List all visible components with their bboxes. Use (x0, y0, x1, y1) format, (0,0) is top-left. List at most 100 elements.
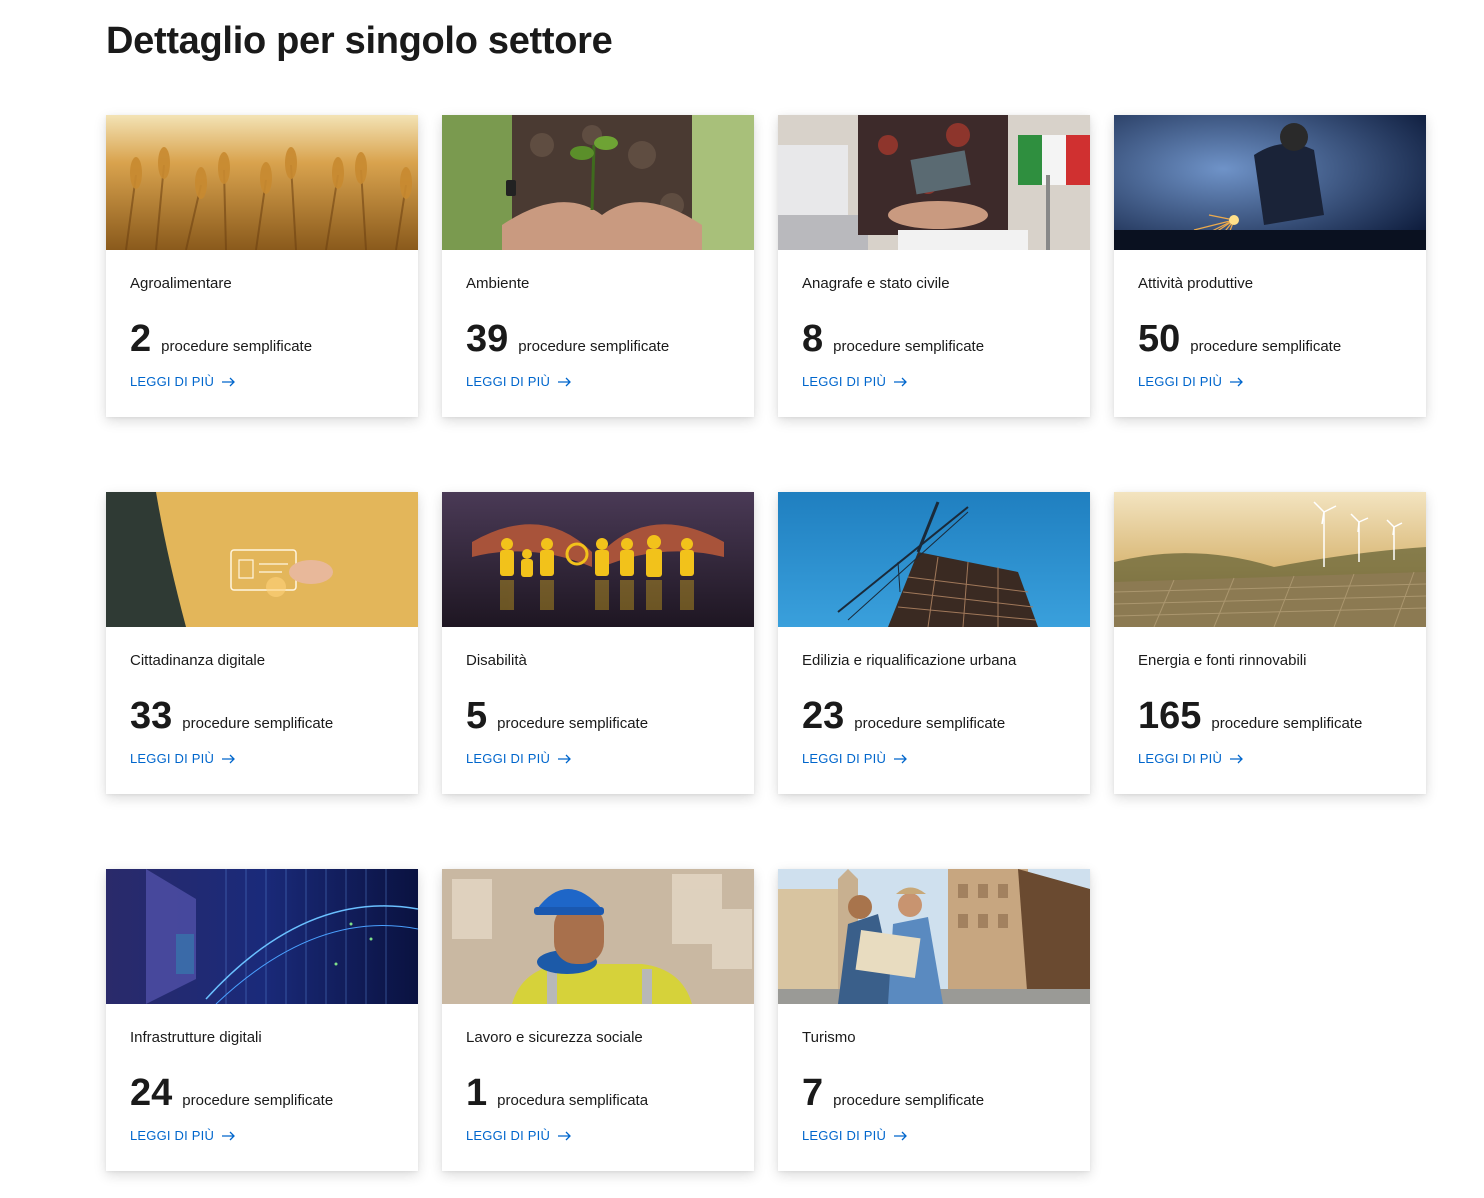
read-more-link[interactable]: LEGGI DI PIÙ (1138, 751, 1244, 766)
sector-card[interactable]: Anagrafe e stato civile 8 procedure semp… (778, 115, 1090, 417)
count-number: 165 (1138, 695, 1202, 737)
procedure-count: 8 procedure semplificate (802, 320, 984, 358)
read-more-label: LEGGI DI PIÙ (1138, 751, 1223, 766)
read-more-link[interactable]: LEGGI DI PIÙ (130, 374, 236, 389)
read-more-link[interactable]: LEGGI DI PIÙ (466, 751, 572, 766)
count-unit: procedure semplificate (497, 715, 649, 732)
procedure-count: 39 procedure semplificate (466, 320, 669, 358)
card-title: Edilizia e riqualificazione urbana (802, 652, 1017, 669)
welder-sparks-image (1114, 115, 1426, 250)
worker-hardhat-image (442, 869, 754, 1004)
sector-card[interactable]: Attività produttive 50 procedure semplif… (1114, 115, 1426, 417)
read-more-label: LEGGI DI PIÙ (802, 1128, 887, 1143)
read-more-label: LEGGI DI PIÙ (130, 374, 215, 389)
count-number: 1 (466, 1072, 488, 1114)
card-title: Agroalimentare (130, 275, 232, 292)
sector-card-grid: Agroalimentare 2 procedure semplificate … (106, 115, 1426, 1171)
page-title: Dettaglio per singolo settore (106, 20, 613, 62)
read-more-link[interactable]: LEGGI DI PIÙ (802, 1128, 908, 1143)
count-unit: procedura semplificata (497, 1092, 649, 1109)
count-number: 8 (802, 318, 824, 360)
seedling-hands-image (442, 115, 754, 250)
read-more-label: LEGGI DI PIÙ (466, 374, 551, 389)
procedure-count: 5 procedure semplificate (466, 697, 648, 735)
arrow-right-icon (894, 754, 907, 763)
procedure-count: 7 procedure semplificate (802, 1074, 984, 1112)
count-number: 39 (466, 318, 509, 360)
read-more-label: LEGGI DI PIÙ (1138, 374, 1223, 389)
count-number: 33 (130, 695, 173, 737)
crane-building-image (778, 492, 1090, 627)
arrow-right-icon (894, 377, 907, 386)
card-title: Turismo (802, 1029, 856, 1046)
read-more-link[interactable]: LEGGI DI PIÙ (802, 751, 908, 766)
read-more-label: LEGGI DI PIÙ (802, 374, 887, 389)
count-unit: procedure semplificate (518, 338, 670, 355)
count-unit: procedure semplificate (833, 338, 985, 355)
arrow-right-icon (1230, 754, 1243, 763)
arrow-right-icon (558, 377, 571, 386)
sector-card[interactable]: Lavoro e sicurezza sociale 1 procedura s… (442, 869, 754, 1171)
count-number: 24 (130, 1072, 173, 1114)
tourists-map-image (778, 869, 1090, 1004)
arrow-right-icon (894, 1131, 907, 1140)
count-unit: procedure semplificate (161, 338, 313, 355)
procedure-count: 1 procedura semplificata (466, 1074, 648, 1112)
read-more-label: LEGGI DI PIÙ (130, 1128, 215, 1143)
card-title: Cittadinanza digitale (130, 652, 266, 669)
card-title: Infrastrutture digitali (130, 1029, 262, 1046)
count-unit: procedure semplificate (182, 1092, 334, 1109)
procedure-count: 24 procedure semplificate (130, 1074, 333, 1112)
read-more-link[interactable]: LEGGI DI PIÙ (130, 751, 236, 766)
count-unit: procedure semplificate (833, 1092, 985, 1109)
passport-flag-image (778, 115, 1090, 250)
card-title: Ambiente (466, 275, 530, 292)
count-unit: procedure semplificate (182, 715, 334, 732)
read-more-label: LEGGI DI PIÙ (466, 751, 551, 766)
wind-solar-image (1114, 492, 1426, 627)
read-more-link[interactable]: LEGGI DI PIÙ (1138, 374, 1244, 389)
procedure-count: 50 procedure semplificate (1138, 320, 1341, 358)
read-more-link[interactable]: LEGGI DI PIÙ (466, 1128, 572, 1143)
card-title: Lavoro e sicurezza sociale (466, 1029, 643, 1046)
card-title: Attività produttive (1138, 275, 1254, 292)
sector-card[interactable]: Energia e fonti rinnovabili 165 procedur… (1114, 492, 1426, 794)
arrow-right-icon (222, 1131, 235, 1140)
sector-card[interactable]: Ambiente 39 procedure semplificate LEGGI… (442, 115, 754, 417)
sector-card[interactable]: Disabilità 5 procedure semplificate LEGG… (442, 492, 754, 794)
procedure-count: 165 procedure semplificate (1138, 697, 1362, 735)
sector-card[interactable]: Edilizia e riqualificazione urbana 23 pr… (778, 492, 1090, 794)
arrow-right-icon (1230, 377, 1243, 386)
sector-card[interactable]: Cittadinanza digitale 33 procedure sempl… (106, 492, 418, 794)
arrow-right-icon (222, 754, 235, 763)
count-unit: procedure semplificate (854, 715, 1006, 732)
count-unit: procedure semplificate (1190, 338, 1342, 355)
card-title: Anagrafe e stato civile (802, 275, 950, 292)
card-title: Disabilità (466, 652, 527, 669)
read-more-link[interactable]: LEGGI DI PIÙ (802, 374, 908, 389)
server-room-image (106, 869, 418, 1004)
read-more-label: LEGGI DI PIÙ (130, 751, 215, 766)
count-number: 7 (802, 1072, 824, 1114)
procedure-count: 23 procedure semplificate (802, 697, 1005, 735)
count-unit: procedure semplificate (1211, 715, 1363, 732)
arrow-right-icon (222, 377, 235, 386)
paper-figures-hands-image (442, 492, 754, 627)
count-number: 50 (1138, 318, 1181, 360)
read-more-link[interactable]: LEGGI DI PIÙ (466, 374, 572, 389)
card-title: Energia e fonti rinnovabili (1138, 652, 1307, 669)
count-number: 2 (130, 318, 152, 360)
procedure-count: 33 procedure semplificate (130, 697, 333, 735)
read-more-link[interactable]: LEGGI DI PIÙ (130, 1128, 236, 1143)
arrow-right-icon (558, 1131, 571, 1140)
count-number: 5 (466, 695, 488, 737)
arrow-right-icon (558, 754, 571, 763)
digital-id-card-image (106, 492, 418, 627)
wheat-field-image (106, 115, 418, 250)
sector-card[interactable]: Agroalimentare 2 procedure semplificate … (106, 115, 418, 417)
count-number: 23 (802, 695, 845, 737)
read-more-label: LEGGI DI PIÙ (466, 1128, 551, 1143)
read-more-label: LEGGI DI PIÙ (802, 751, 887, 766)
sector-card[interactable]: Turismo 7 procedure semplificate LEGGI D… (778, 869, 1090, 1171)
sector-card[interactable]: Infrastrutture digitali 24 procedure sem… (106, 869, 418, 1171)
